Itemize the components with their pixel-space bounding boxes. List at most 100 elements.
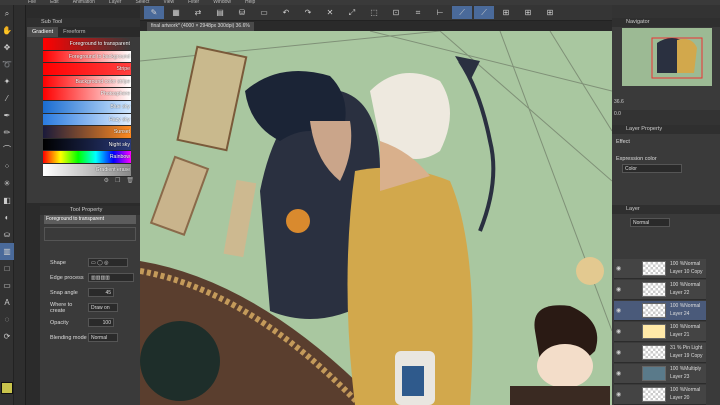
frame-icon[interactable]: ▭ — [0, 277, 14, 294]
gradient-item-label: Night sky — [108, 141, 130, 148]
layer-row[interactable]: ◉ 100 %Normal Layer 10 Copy — [614, 259, 706, 279]
main-color-swatch[interactable] — [1, 382, 13, 394]
expression-select[interactable]: Color — [622, 164, 682, 173]
layer-property-panel: Layer Property Effect Expression color C… — [612, 125, 720, 205]
undo-icon[interactable]: ↶ — [276, 6, 296, 19]
decoration-icon[interactable]: ✳ — [0, 175, 14, 192]
gradient-item[interactable]: Stripe — [43, 63, 131, 76]
trash-icon[interactable]: 🗑 — [126, 177, 134, 186]
correct-line-icon[interactable]: ⟳ — [0, 328, 14, 345]
snap-angle-field[interactable]: 45 — [88, 288, 114, 297]
snap-line-icon[interactable]: ⟋ — [452, 6, 472, 19]
layer-row[interactable]: ◉ 100 %Normal Layer 21 — [614, 322, 706, 342]
layer-thumbnail — [642, 282, 666, 297]
canvas[interactable] — [140, 31, 612, 405]
menu-layer[interactable]: Layer — [109, 0, 122, 5]
document-tab[interactable]: final artwork* (4000 × 2948px 300dpi) 36… — [147, 22, 254, 31]
sub-tool-tabs: Gradient Freeform — [27, 27, 140, 37]
snap-ruler-icon[interactable]: ⊢ — [430, 6, 450, 19]
eraser-icon[interactable]: ◧ — [0, 192, 14, 209]
gradient-preview[interactable] — [44, 227, 136, 241]
navigator-title: Navigator — [612, 18, 720, 27]
wand-icon[interactable]: ✦ — [0, 73, 14, 90]
lasso-icon[interactable]: ➰ — [0, 56, 14, 73]
save-icon[interactable]: ▭ — [254, 6, 274, 19]
brush-tool-icon[interactable]: ⌒ — [0, 141, 14, 158]
pencil-icon[interactable]: ✏ — [0, 124, 14, 141]
gradient-item[interactable]: Foreground to transparent — [43, 38, 131, 51]
fill-icon[interactable]: ▤ — [210, 6, 230, 19]
zoom-icon[interactable]: ⌕ — [0, 5, 14, 22]
gradient-item-label: Foreground to background — [68, 53, 130, 60]
eyedropper-icon[interactable]: ⁄ — [0, 90, 14, 107]
menu-file[interactable]: File — [28, 0, 36, 5]
snap-curve-icon[interactable]: ⟋ — [474, 6, 494, 19]
eye-icon[interactable]: ◉ — [616, 370, 621, 377]
settings-icon[interactable]: ⚙ — [104, 177, 109, 186]
menu-animation[interactable]: Animation — [73, 0, 95, 5]
gradient-item[interactable]: Rainbow — [43, 151, 131, 164]
blend-icon[interactable]: ◐ — [0, 209, 14, 226]
panel-icons-column — [14, 5, 26, 405]
layer-row[interactable]: ◉ 100 %Normal Layer 20 — [614, 385, 706, 405]
bucket-icon[interactable]: ⛁ — [232, 6, 252, 19]
ruler-icon[interactable]: ⊞ — [518, 6, 538, 19]
layer-row[interactable]: ◉ 100 %Multiply Layer 23 — [614, 364, 706, 384]
eye-icon[interactable]: ◉ — [616, 328, 621, 335]
shape-selector[interactable]: ▭ ◯ ◎ — [88, 258, 128, 267]
gradient-item[interactable]: Foreground to background — [43, 50, 131, 64]
eye-icon[interactable]: ◉ — [616, 265, 621, 272]
gradient-item[interactable]: Photosphere — [43, 88, 131, 101]
deselect-icon[interactable]: ⬚ — [364, 6, 384, 19]
where-select[interactable]: Draw on — [88, 303, 118, 312]
eye-icon[interactable]: ◉ — [616, 391, 621, 398]
hand-icon[interactable]: ✋ — [0, 22, 14, 39]
balloon-icon[interactable]: ◌ — [0, 311, 14, 328]
gradient-item[interactable]: Night sky — [43, 138, 131, 152]
brush-icon[interactable]: ✎ — [144, 6, 164, 19]
menu-edit[interactable]: Edit — [50, 0, 59, 5]
layer-title: Layer — [612, 205, 720, 214]
gradient-item[interactable]: Blue sky — [43, 100, 131, 114]
gradient-item[interactable]: Background color stripe — [43, 75, 131, 89]
invert-selection-icon[interactable]: ⊡ — [386, 6, 406, 19]
eye-icon[interactable]: ◉ — [616, 349, 621, 356]
transform-icon[interactable]: ⤢ — [342, 6, 362, 19]
tab-freeform[interactable]: Freeform — [58, 27, 90, 37]
layer-thumbnail — [642, 261, 666, 276]
crop-icon[interactable]: ⌗ — [408, 6, 428, 19]
figure-icon[interactable]: □ — [0, 260, 14, 277]
nav-zoom-value[interactable]: 36.6 — [614, 99, 624, 105]
nav-rotate-value[interactable]: 0.0 — [614, 111, 621, 117]
gradient-item[interactable]: Hazy sky — [43, 113, 131, 127]
gradient-item[interactable]: Sunset — [43, 126, 131, 139]
text-icon[interactable]: A — [0, 294, 14, 311]
blend-select[interactable]: Normal — [88, 333, 118, 342]
eye-icon[interactable]: ◉ — [616, 307, 621, 314]
move-icon[interactable]: ✥ — [0, 39, 14, 56]
layer-row[interactable]: ◉ 100 %Normal Layer 24 — [614, 301, 706, 321]
clear-icon[interactable]: ✕ — [320, 6, 340, 19]
eye-icon[interactable]: ◉ — [616, 286, 621, 293]
layer-mode: 31 % Pin Light — [670, 345, 703, 351]
layer-blend-select[interactable]: Normal — [630, 218, 670, 227]
layer-row[interactable]: ◉ 31 % Pin Light Layer 19 Copy — [614, 343, 706, 363]
edge-selector[interactable]: ▥▥▥▥ — [88, 273, 134, 282]
perspective-icon[interactable]: ⊞ — [540, 6, 560, 19]
copy-icon[interactable]: ❐ — [115, 177, 120, 186]
flip-icon[interactable]: ⇄ — [188, 6, 208, 19]
layer-row[interactable]: ◉ 100 %Normal Layer 22 — [614, 280, 706, 300]
tool-property-panel: Tool Property Foreground to transparent … — [40, 206, 140, 405]
gradient-item[interactable]: Gradient erase — [43, 163, 131, 177]
opacity-field[interactable]: 100 — [88, 318, 114, 327]
tab-gradient[interactable]: Gradient — [27, 27, 59, 37]
fill-tool-icon[interactable]: ⛀ — [0, 226, 14, 243]
redo-icon[interactable]: ↷ — [298, 6, 318, 19]
airbrush-icon[interactable]: ⁘ — [0, 158, 14, 175]
navigator-preview[interactable] — [622, 28, 712, 86]
gradient-tool-icon[interactable]: ▥ — [0, 243, 14, 260]
snap-grid-icon[interactable]: ⊞ — [496, 6, 516, 19]
grid-icon[interactable]: ▦ — [166, 6, 186, 19]
snap-label: Snap angle — [50, 289, 78, 296]
pen-icon[interactable]: ✒ — [0, 107, 14, 124]
